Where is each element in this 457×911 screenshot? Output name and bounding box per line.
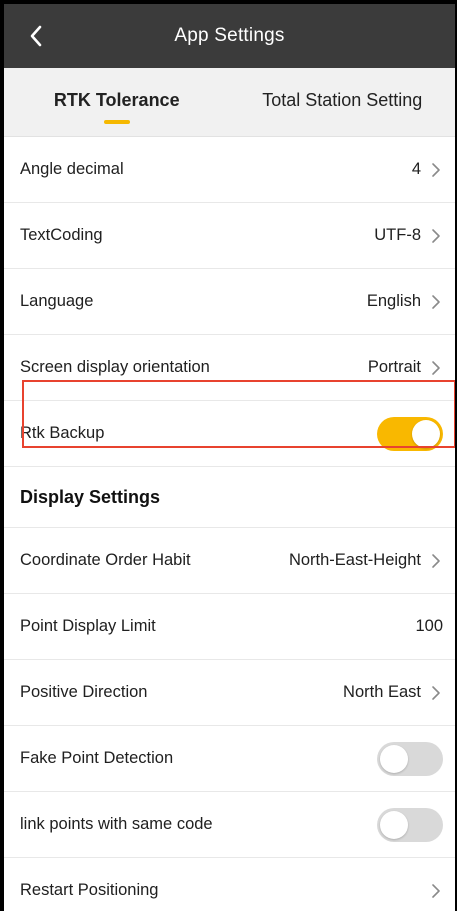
chevron-right-icon (432, 360, 440, 375)
back-button[interactable] (16, 16, 56, 56)
tab-total-station-setting[interactable]: Total Station Setting (230, 68, 456, 136)
fake-point-detection-toggle[interactable] (377, 741, 443, 776)
tab-rtk-tolerance[interactable]: RTK Tolerance (4, 68, 230, 136)
chevron-right-icon (432, 294, 440, 309)
setting-label: Language (20, 292, 94, 310)
setting-label: TextCoding (20, 226, 103, 244)
setting-value: English (366, 292, 421, 310)
setting-label: Coordinate Order Habit (20, 551, 191, 569)
setting-label: Screen display orientation (20, 358, 210, 376)
chevron-right-icon (432, 883, 440, 898)
setting-row-rtk-backup: Rtk Backup (4, 401, 455, 467)
setting-row-point-display-limit[interactable]: Point Display Limit 100 (4, 594, 455, 660)
tab-label: Total Station Setting (262, 90, 423, 110)
setting-row-angle-decimal[interactable]: Angle decimal 4 (4, 137, 455, 203)
link-points-same-code-toggle[interactable] (377, 807, 443, 842)
device-frame: App Settings RTK Tolerance Total Station… (0, 0, 457, 911)
chevron-right-icon (432, 553, 440, 568)
setting-row-link-points-same-code: link points with same code (4, 792, 455, 858)
setting-row-coordinate-order[interactable]: Coordinate Order Habit North-East-Height (4, 528, 455, 594)
chevron-right-icon (432, 228, 440, 243)
setting-value: UTF-8 (374, 226, 421, 244)
page-title: App Settings (174, 25, 285, 46)
tab-bar: RTK Tolerance Total Station Setting (4, 68, 455, 137)
setting-label: Fake Point Detection (20, 749, 174, 767)
setting-row-screen-orientation[interactable]: Screen display orientation Portrait (4, 335, 455, 401)
setting-row-language[interactable]: Language English (4, 269, 455, 335)
settings-list: Angle decimal 4 TextCoding UTF-8 Languag… (4, 137, 455, 911)
toggle-knob (380, 810, 408, 839)
setting-label: Positive Direction (20, 683, 148, 701)
setting-row-positive-direction[interactable]: Positive Direction North East (4, 660, 455, 726)
toggle-knob (412, 419, 440, 448)
app-header: App Settings (4, 4, 455, 68)
chevron-right-icon (432, 685, 440, 700)
chevron-right-icon (432, 162, 440, 177)
setting-label: link points with same code (20, 815, 213, 833)
setting-label: Rtk Backup (20, 424, 105, 442)
chevron-left-icon (30, 25, 42, 47)
toggle-knob (380, 744, 408, 773)
active-tab-indicator (103, 120, 130, 124)
rtk-backup-toggle[interactable] (377, 416, 443, 451)
setting-value: 4 (411, 160, 421, 178)
setting-value: North-East-Height (288, 551, 421, 569)
setting-value: Portrait (367, 358, 421, 376)
setting-row-fake-point-detection: Fake Point Detection (4, 726, 455, 792)
app-screen: App Settings RTK Tolerance Total Station… (4, 4, 455, 911)
setting-row-restart-positioning[interactable]: Restart Positioning (4, 858, 455, 911)
setting-label: Angle decimal (20, 160, 124, 178)
setting-value: 100 (415, 617, 443, 635)
tab-label: RTK Tolerance (53, 90, 180, 110)
setting-row-text-coding[interactable]: TextCoding UTF-8 (4, 203, 455, 269)
setting-value: North East (343, 683, 421, 701)
setting-label: Restart Positioning (20, 881, 159, 899)
section-header-display-settings: Display Settings (4, 467, 455, 528)
setting-label: Point Display Limit (20, 617, 156, 635)
